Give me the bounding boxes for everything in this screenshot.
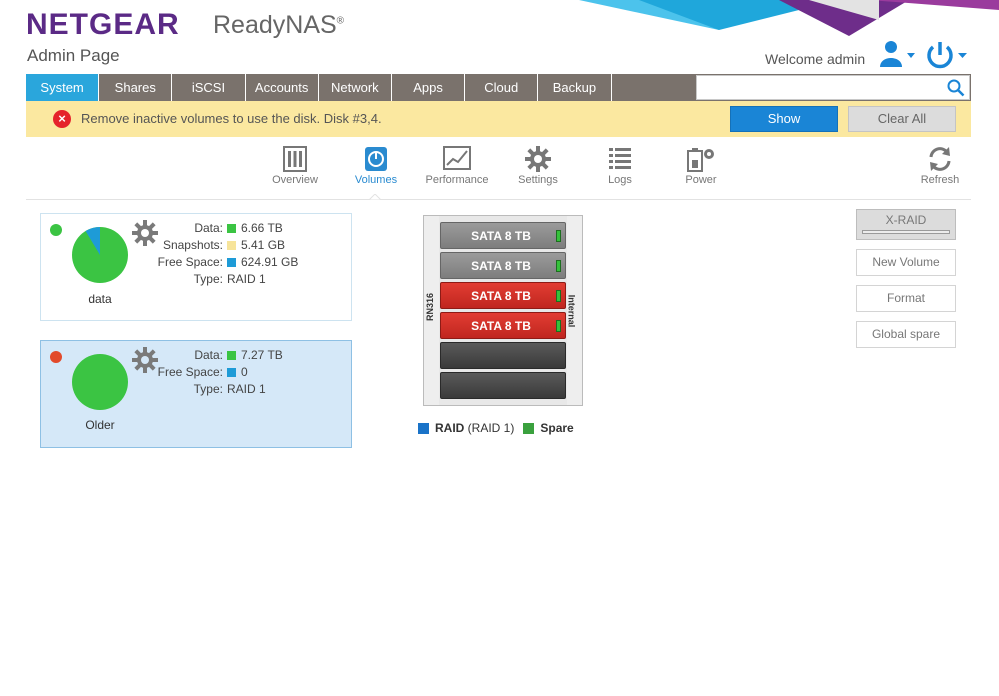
tab-iscsi[interactable]: iSCSI	[172, 74, 246, 101]
brand-logo: NETGEAR	[26, 8, 180, 41]
volume-card-data[interactable]: data Data: 6.66 TB Snapshots: 5.41 GB Free…	[40, 213, 352, 321]
volume-name: Older	[85, 418, 115, 432]
info-row-snapshots: Snapshots: 5.41 GB	[162, 238, 286, 252]
enclosure-left-side: RN316	[424, 216, 439, 405]
info-row-data: Data: 6.66 TB	[194, 221, 283, 235]
internal-label: Internal	[566, 294, 577, 328]
welcome-text: Welcome admin	[765, 51, 866, 67]
volume-info: Data: 6.66 TB Snapshots: 5.41 GB Free Spac…	[151, 220, 299, 288]
pie-slice-data	[72, 354, 128, 410]
info-row-type: Type: RAID 1	[193, 382, 266, 396]
snapshots-swatch	[227, 241, 236, 250]
volume-info: Data: 7.27 TB Free Space: 0 Type: RAID 1	[151, 347, 283, 398]
free-space-swatch	[227, 258, 236, 267]
nas-enclosure: RN316 Internal SATA 8 TB SATA 8 TB SATA …	[423, 215, 583, 406]
page-title: Admin Page	[27, 46, 120, 65]
performance-icon	[443, 146, 471, 170]
alert-bar: × Remove inactive volumes to use the dis…	[26, 101, 971, 137]
header-decoration	[579, 0, 999, 36]
xraid-status-bar	[862, 230, 950, 234]
subtab-label: Logs	[608, 174, 632, 186]
alert-message: Remove inactive volumes to use the disk.…	[81, 111, 382, 126]
enclosure-right-side: Internal	[566, 216, 582, 405]
product-name: ReadyNAS®	[213, 11, 345, 39]
subtab-label: Refresh	[920, 174, 960, 186]
subtab-settings[interactable]: Settings	[498, 146, 578, 186]
disk-bay-6-empty[interactable]	[440, 372, 566, 399]
format-button[interactable]: Format	[856, 285, 956, 312]
tab-shares[interactable]: Shares	[99, 74, 173, 101]
search-input[interactable]	[696, 75, 970, 100]
spare-legend-swatch	[523, 422, 535, 434]
volume-usage-pie	[72, 354, 128, 410]
clear-all-button[interactable]: Clear All	[848, 106, 956, 132]
info-row-free-space: Free Space: 624.91 GB	[157, 255, 299, 269]
xraid-toggle[interactable]: X-RAID	[856, 209, 956, 240]
volume-status-dot	[50, 351, 62, 363]
disk-bay-3[interactable]: SATA 8 TB	[440, 282, 566, 309]
disk-led	[556, 320, 561, 332]
search-icon[interactable]	[947, 79, 965, 97]
new-volume-button[interactable]: New Volume	[856, 249, 956, 276]
free-space-swatch	[227, 368, 236, 377]
subtab-label: Performance	[425, 174, 489, 186]
disk-led	[556, 230, 561, 242]
disk-bay-5-empty[interactable]	[440, 342, 566, 369]
subtab-overview[interactable]: Overview	[255, 146, 335, 186]
info-row-data: Data: 7.27 TB	[194, 348, 283, 362]
disk-bay-2[interactable]: SATA 8 TB	[440, 252, 566, 279]
subtab-performance[interactable]: Performance	[417, 146, 497, 186]
power-menu-icon[interactable]	[925, 40, 971, 70]
model-label: RN316	[425, 292, 436, 322]
volume-status-dot	[50, 224, 62, 236]
info-row-free-space: Free Space: 0	[157, 365, 248, 379]
subtab-volumes[interactable]: Volumes	[336, 146, 416, 186]
logs-icon	[609, 148, 631, 169]
data-swatch	[227, 224, 236, 233]
disk-led	[556, 260, 561, 272]
volume-usage-pie	[72, 227, 128, 283]
tab-backup[interactable]: Backup	[538, 74, 612, 101]
refresh-icon	[929, 147, 951, 171]
tab-apps[interactable]: Apps	[392, 74, 466, 101]
volumes-icon	[365, 147, 387, 171]
tab-system[interactable]: System	[26, 74, 100, 101]
disk-led	[556, 290, 561, 302]
global-spare-button[interactable]: Global spare	[856, 321, 956, 348]
tab-cloud[interactable]: Cloud	[465, 74, 539, 101]
subtab-label: Power	[685, 174, 717, 186]
settings-icon	[525, 146, 551, 172]
volume-name: data	[88, 292, 112, 306]
data-swatch	[227, 351, 236, 360]
overview-icon	[283, 146, 307, 172]
tab-network[interactable]: Network	[319, 74, 392, 101]
info-row-type: Type: RAID 1	[193, 272, 266, 286]
tab-accounts[interactable]: Accounts	[246, 74, 319, 101]
subtab-refresh[interactable]: Refresh	[900, 146, 980, 186]
subtab-power[interactable]: Power	[661, 146, 741, 186]
subtab-divider	[26, 199, 971, 200]
disk-legend: RAID (RAID 1) Spare	[418, 421, 574, 435]
subtab-label: Overview	[272, 174, 318, 186]
subtab-label: Volumes	[354, 174, 398, 186]
subtab-label: Settings	[518, 174, 558, 186]
user-menu-icon[interactable]	[879, 40, 919, 70]
active-tab-caret	[369, 194, 381, 200]
subtab-logs[interactable]: Logs	[580, 146, 660, 186]
error-icon: ×	[53, 110, 71, 128]
power-settings-icon	[687, 148, 714, 172]
disk-bay-4[interactable]: SATA 8 TB	[440, 312, 566, 339]
volume-card-older[interactable]: Older Data: 7.27 TB Free Space: 0 Type: RAI…	[40, 340, 352, 448]
raid-legend-swatch	[418, 422, 429, 434]
disk-bay-1[interactable]: SATA 8 TB	[440, 222, 566, 249]
show-button[interactable]: Show	[730, 106, 838, 132]
